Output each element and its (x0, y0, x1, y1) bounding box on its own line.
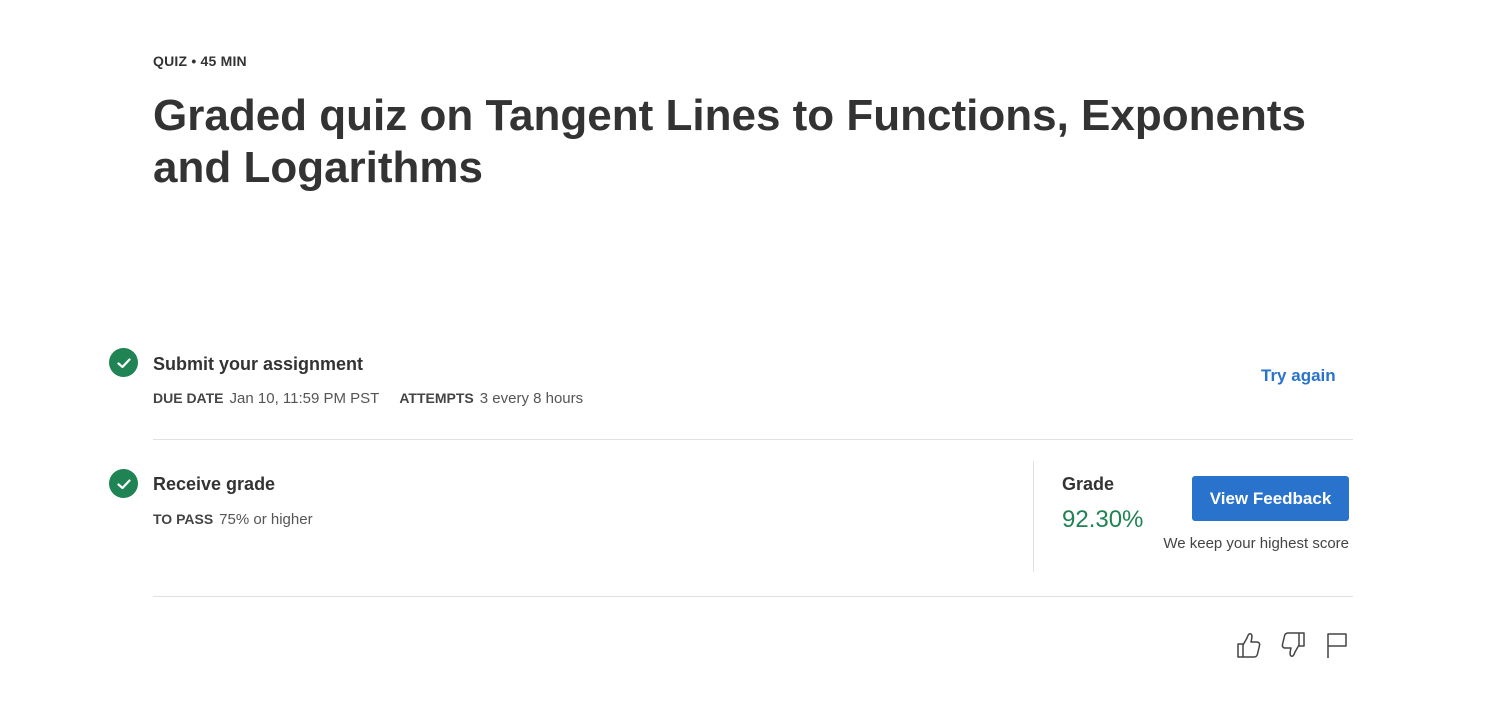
quiz-eyebrow: QUIZ • 45 MIN (153, 53, 247, 69)
receive-meta: TO PASS 75% or higher (153, 511, 313, 528)
page-title: Graded quiz on Tangent Lines to Function… (153, 91, 1306, 192)
due-date-label: DUE DATE (153, 390, 224, 406)
try-again-link[interactable]: Try again (1261, 366, 1336, 386)
grade-value: 92.30% (1062, 506, 1144, 533)
thumbs-up-icon[interactable] (1234, 630, 1262, 660)
highest-score-note: We keep your highest score (1163, 535, 1349, 552)
divider (153, 439, 1353, 440)
view-feedback-button[interactable]: View Feedback (1192, 476, 1349, 521)
grade-label: Grade (1062, 474, 1115, 494)
to-pass-value: 75% or higher (219, 511, 313, 528)
attempts-label: ATTEMPTS (399, 390, 474, 406)
thumbs-down-icon[interactable] (1280, 630, 1308, 660)
submit-meta: DUE DATE Jan 10, 11:59 PM PST ATTEMPTS 3 ev… (153, 390, 583, 407)
submit-check-icon (109, 348, 138, 377)
receive-step-title: Receive grade (153, 474, 276, 494)
receive-check-icon (109, 469, 138, 498)
grade-divider (1033, 461, 1034, 572)
due-date-value: Jan 10, 11:59 PM PST (229, 390, 380, 407)
to-pass-label: TO PASS (153, 511, 214, 527)
submit-step-title: Submit your assignment (153, 354, 364, 374)
flag-icon[interactable] (1324, 630, 1352, 660)
divider (153, 596, 1353, 597)
attempts-value: 3 every 8 hours (479, 390, 584, 407)
